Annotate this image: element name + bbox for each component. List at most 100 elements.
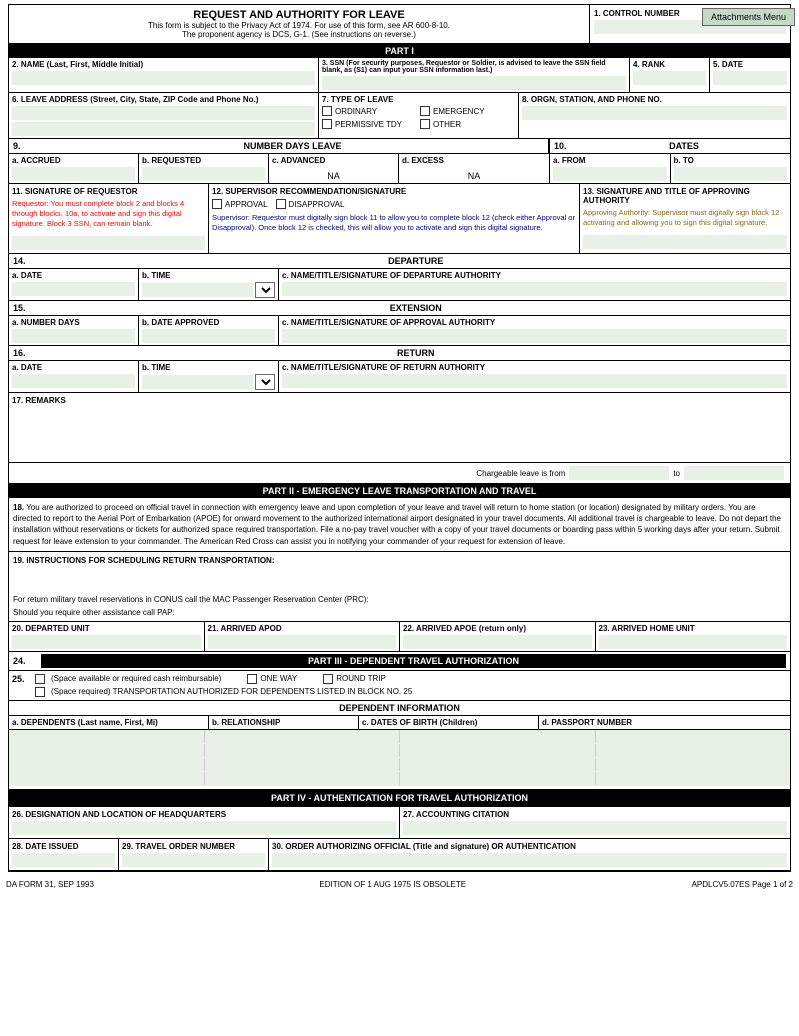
date-input[interactable] [713, 71, 787, 85]
dep-row1-name-input[interactable] [9, 730, 204, 744]
dep-row2-name-input[interactable] [9, 744, 204, 758]
field26-input[interactable] [12, 821, 396, 835]
sig-requestor-label: 11. SIGNATURE OF REQUESTOR [12, 187, 205, 196]
ret-date-label: a. DATE [12, 363, 135, 372]
to-input[interactable] [674, 167, 788, 181]
dep-row4-name-input[interactable] [9, 772, 204, 786]
dep-row2-rel-input[interactable] [205, 744, 400, 758]
dep-time-input[interactable] [142, 283, 253, 297]
ret-authority-input[interactable] [282, 374, 787, 388]
ordinary-checkbox[interactable] [322, 106, 332, 116]
orgn-cell: 8. ORGN, STATION, AND PHONE NO. [519, 93, 790, 138]
approval-checkbox[interactable] [212, 199, 222, 209]
dep-row2-passport-input[interactable] [596, 744, 791, 758]
field27-input[interactable] [403, 821, 787, 835]
disapproval-option[interactable]: DISAPPROVAL [276, 199, 345, 209]
ext-dateapproved-input[interactable] [142, 329, 275, 343]
ordinary-option[interactable]: ORDINARY [322, 106, 417, 116]
dep-row4-passport-input[interactable] [596, 772, 791, 786]
one-way-label: ONE WAY [260, 674, 297, 683]
chargeable-text: Chargeable leave is from [476, 469, 565, 478]
name-input[interactable] [12, 71, 315, 85]
dep-row3-dob-input[interactable] [400, 758, 595, 772]
address-input[interactable] [12, 106, 315, 120]
permissive-checkbox[interactable] [322, 119, 332, 129]
ret-time-input[interactable] [142, 375, 253, 389]
other-option[interactable]: OTHER [420, 119, 515, 129]
type-leave-cell: 7. TYPE OF LEAVE ORDINARY EMERGENCY PERM… [319, 93, 519, 138]
row-28-30: 28. DATE ISSUED 29. TRAVEL ORDER NUMBER … [9, 839, 790, 871]
form-title: REQUEST AND AUTHORITY FOR LEAVE [13, 9, 585, 21]
field29-input[interactable] [122, 853, 265, 867]
dep-row1-passport-input[interactable] [596, 730, 791, 744]
dep-row3-dob [400, 758, 596, 771]
dep-authority-input[interactable] [282, 282, 787, 296]
item21-input[interactable] [208, 635, 397, 649]
dep-row1-rel-input[interactable] [205, 730, 400, 744]
orgn-input[interactable] [522, 106, 787, 120]
permissive-option[interactable]: PERMISSIVE TDY [322, 119, 417, 129]
disapproval-checkbox[interactable] [276, 199, 286, 209]
item22-input[interactable] [403, 635, 592, 649]
emergency-option[interactable]: EMERGENCY [420, 106, 515, 116]
address-input2[interactable] [12, 122, 315, 136]
approval-label: APPROVAL [225, 200, 268, 209]
ret-date-input[interactable] [12, 374, 135, 388]
item23-input[interactable] [599, 635, 788, 649]
space-req-checkbox[interactable] [35, 687, 45, 697]
dep-row2-dob-input[interactable] [400, 744, 595, 758]
address-label: 6. LEAVE ADDRESS (Street, City, State, Z… [12, 95, 315, 104]
sig-supervisor-note: Supervisor: Requestor must digitally sig… [212, 213, 575, 232]
ssn-input[interactable] [322, 76, 626, 90]
dep-date-input[interactable] [12, 282, 135, 296]
ret-time-dropdown[interactable]: ▼ [255, 374, 275, 390]
item20-input[interactable] [12, 635, 201, 649]
item23-cell: 23. ARRIVED HOME UNIT [596, 622, 791, 651]
dep-time-dropdown[interactable]: ▼ [255, 282, 275, 298]
chargeable-to-input[interactable] [684, 466, 784, 480]
ext-numdays-input[interactable] [12, 329, 135, 343]
attachments-menu-button[interactable]: Attachments Menu [702, 8, 795, 26]
space-avail-checkbox[interactable] [35, 674, 45, 684]
space-req-text: (Space required) TRANSPORTATION AUTHORIZ… [51, 687, 412, 696]
address-cell: 6. LEAVE ADDRESS (Street, City, State, Z… [9, 93, 319, 138]
other-checkbox[interactable] [420, 119, 430, 129]
dep-row3-rel-input[interactable] [205, 758, 400, 772]
remarks-textarea[interactable] [12, 407, 787, 457]
sig-supervisor-label: 12. SUPERVISOR RECOMMENDATION/SIGNATURE [212, 187, 576, 196]
field18-num: 18. [13, 503, 24, 512]
sig-requestor-input[interactable] [12, 236, 205, 250]
round-trip-checkbox[interactable] [323, 674, 333, 684]
emergency-checkbox[interactable] [420, 106, 430, 116]
dep-row4-dob-input[interactable] [400, 772, 595, 786]
requested-input[interactable] [142, 167, 265, 181]
cell30: 30. ORDER AUTHORIZING OFFICIAL (Title an… [269, 839, 790, 870]
dep-row3-name-input[interactable] [9, 758, 204, 772]
one-way-checkbox[interactable] [247, 674, 257, 684]
cell27: 27. ACCOUNTING CITATION [400, 807, 790, 838]
advanced-label: c. ADVANCED [272, 156, 395, 165]
dep-row1-dob-input[interactable] [400, 730, 595, 744]
dep-authority-cell: c. NAME/TITLE/SIGNATURE OF DEPARTURE AUT… [279, 269, 790, 300]
field19-textarea[interactable] [13, 567, 786, 589]
accrued-input[interactable] [12, 167, 135, 181]
ext-numdays-label: a. NUMBER DAYS [12, 318, 135, 327]
rank-input[interactable] [633, 71, 706, 85]
dep-row3-passport-input[interactable] [596, 758, 791, 772]
field28-label: 28. DATE ISSUED [12, 842, 115, 851]
sig-approving-input[interactable] [583, 235, 787, 249]
row-6-8: 6. LEAVE ADDRESS (Street, City, State, Z… [9, 93, 790, 139]
dep-row2-name [9, 744, 205, 757]
chargeable-from-input[interactable] [569, 466, 669, 480]
from-input[interactable] [553, 167, 667, 181]
item25-num: 25. [12, 674, 32, 684]
approval-option[interactable]: APPROVAL [212, 199, 268, 209]
field30-input[interactable] [272, 853, 787, 867]
type-leave-label: 7. TYPE OF LEAVE [322, 95, 515, 104]
field28-input[interactable] [12, 853, 115, 867]
dep-time-label: b. TIME [142, 271, 275, 280]
ext-authority-input[interactable] [282, 329, 787, 343]
dates-label: DATES [578, 139, 790, 153]
items-20-23-row: 20. DEPARTED UNIT 21. ARRIVED APOD 22. A… [9, 622, 790, 652]
dep-row4-rel-input[interactable] [205, 772, 400, 786]
